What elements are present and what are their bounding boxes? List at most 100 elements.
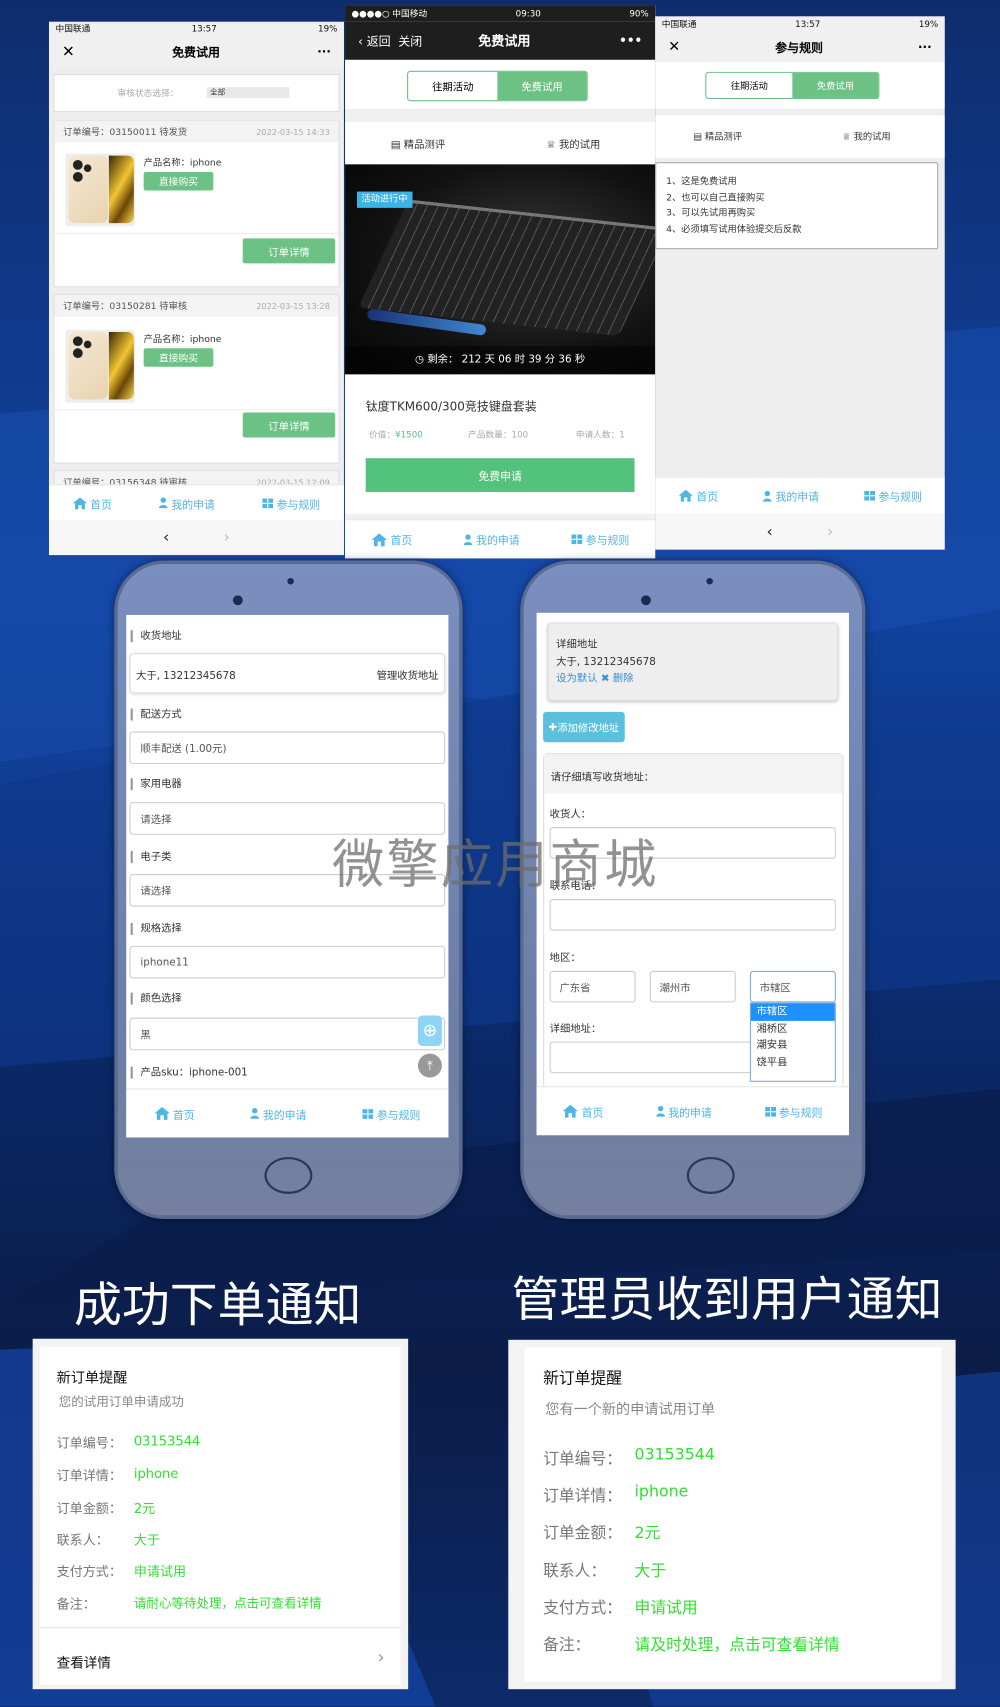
screen-order-list: 中国联通 13:57 19% ✕ 免费试用 ··· 审核状态选择： 全部 订单编… — [48, 21, 344, 556]
tab-past-activities[interactable]: 往期活动 — [408, 72, 497, 100]
buy-now-button[interactable]: 直接购买 — [143, 171, 214, 191]
product-banner[interactable]: 活动进行中 ◷ 剩余： 212 天 06 时 39 分 36 秒 — [345, 164, 656, 375]
home-icon — [154, 1106, 170, 1120]
review-link[interactable]: ▤ 精品测评 — [391, 136, 445, 151]
filter-box: 审核状态选择： 全部 — [53, 74, 340, 113]
user-icon — [656, 1105, 665, 1117]
grid-icon — [764, 1106, 776, 1117]
section-label: 颜色选择 — [130, 992, 182, 1005]
more-icon[interactable]: ··· — [918, 40, 932, 54]
user-notification-card[interactable]: 新订单提醒 您的试用订单申请成功 订单编号： 03153544 订单详情： ipho… — [32, 1338, 409, 1690]
city-select[interactable]: 潮州市 — [649, 970, 736, 1003]
back-arrow-icon[interactable]: ‹ — [767, 523, 773, 540]
product-image — [65, 153, 135, 227]
product-name: 产品名称：iphone — [143, 334, 222, 346]
tab-free-trial[interactable]: 免费试用 — [792, 72, 879, 98]
status-bar: 中国联通 13:57 19% — [48, 21, 344, 36]
tab-home[interactable]: 首页 — [72, 495, 112, 511]
phone-input[interactable] — [549, 899, 836, 931]
tab-bar: 首页 我的申请 参与规则 — [536, 1086, 849, 1136]
back-to-top-icon[interactable]: ⤒ — [417, 1053, 442, 1078]
spec-select[interactable]: iphone11 — [129, 945, 446, 979]
order-time: 2022-03-15 13:28 — [256, 300, 330, 311]
screen-rules: 中国联通 13:57 19% ✕ 参与规则 ··· 往期活动 免费试用 ▤ 精品测评… — [655, 16, 945, 550]
user-icon — [250, 1107, 260, 1119]
link-row: ▤ 精品测评 ♕ 我的试用 — [345, 121, 656, 165]
dropdown-option[interactable]: 潮安县 — [751, 1037, 835, 1054]
delete-link[interactable]: ✖ 删除 — [601, 673, 634, 685]
back-arrow-icon[interactable]: ‹ — [163, 529, 169, 546]
tab-my-apply[interactable]: 我的申请 — [250, 1105, 306, 1122]
close-icon[interactable]: ✕ — [668, 39, 680, 55]
home-icon — [72, 496, 87, 509]
province-select[interactable]: 广东省 — [549, 970, 636, 1003]
nav-bar: ✕ 免费试用 ··· — [48, 35, 344, 68]
view-details-link[interactable]: 查看详情 — [57, 1651, 111, 1672]
color-select[interactable]: 黑 — [129, 1017, 446, 1051]
tab-home[interactable]: 首页 — [154, 1105, 195, 1122]
filter-select[interactable]: 全部 — [206, 87, 290, 98]
section-label: 配送方式 — [130, 708, 182, 721]
page-title: 免费试用 — [478, 33, 531, 49]
rule-item: 3、可以先试用再购买 — [666, 207, 756, 219]
order-time: 2022-03-15 14:33 — [256, 126, 330, 137]
close-button[interactable]: 关闭 — [398, 34, 422, 48]
my-trial-link[interactable]: ♕ 我的试用 — [546, 136, 600, 151]
tab-my-apply[interactable]: 我的申请 — [656, 1103, 712, 1119]
district-select[interactable]: 市辖区 — [749, 970, 836, 1003]
user-notify-heading: 成功下单通知 — [74, 1277, 362, 1334]
address-box[interactable]: 大于, 13212345678 管理收货地址 — [129, 653, 446, 694]
tab-rules[interactable]: 参与规则 — [262, 495, 320, 511]
dropdown-option[interactable]: 市辖区 — [750, 1003, 835, 1021]
more-icon[interactable]: ··· — [317, 45, 331, 59]
tab-my-apply[interactable]: 我的申请 — [159, 495, 215, 511]
manage-address-link[interactable]: 管理收货地址 — [377, 667, 439, 682]
tab-home[interactable]: 首页 — [371, 531, 412, 547]
add-address-button[interactable]: ✚ 添加修改地址 — [543, 711, 625, 743]
close-icon[interactable]: ✕ — [62, 43, 75, 60]
forward-arrow-icon[interactable]: › — [827, 523, 833, 540]
browser-bar: ‹ › — [655, 513, 945, 550]
page-title: 免费试用 — [172, 45, 220, 60]
order-detail-button[interactable]: 订单详情 — [242, 412, 336, 438]
order-card: 订单编号：03150011 待发货 2022-03-15 14:33 产品名称：… — [53, 119, 340, 288]
apply-button[interactable]: 免费申请 — [365, 458, 635, 492]
forward-arrow-icon[interactable]: › — [224, 529, 230, 546]
add-icon[interactable]: ⊕ — [417, 1015, 442, 1046]
notification-subtitle: 您有一个新的申请试用订单 — [545, 1401, 716, 1419]
tab-rules[interactable]: 参与规则 — [864, 488, 922, 504]
countdown: ◷ 剩余： 212 天 06 时 39 分 36 秒 — [345, 346, 656, 375]
more-icon[interactable]: ••• — [619, 34, 642, 48]
order-number: 订单编号：03150281 待审核 — [63, 301, 188, 313]
dropdown-option[interactable]: 饶平县 — [751, 1054, 835, 1071]
tab-home[interactable]: 首页 — [563, 1103, 603, 1119]
section-label: 电子类 — [130, 851, 171, 864]
admin-notification-card[interactable]: 新订单提醒 您有一个新的申请试用订单 订单编号： 03153544 订单详情： ip… — [508, 1339, 956, 1690]
tab-rules[interactable]: 参与规则 — [764, 1103, 822, 1119]
tab-my-apply[interactable]: 我的申请 — [763, 488, 819, 504]
shipping-select[interactable]: 顺丰配送 (1.00元) — [129, 731, 446, 765]
tab-home[interactable]: 首页 — [678, 488, 718, 504]
notification-title: 新订单提醒 — [543, 1370, 623, 1388]
order-detail-button[interactable]: 订单详情 — [242, 238, 336, 264]
rule-item: 2、也可以自己直接购买 — [666, 192, 765, 203]
set-default-link[interactable]: 设为默认 — [556, 673, 597, 685]
price: 价值：¥1500 — [368, 429, 423, 440]
buy-now-button[interactable]: 直接购买 — [143, 348, 214, 367]
tab-free-trial[interactable]: 免费试用 — [497, 71, 587, 101]
home-icon — [563, 1104, 579, 1118]
link-row: ▤ 精品测评 ♕ 我的试用 — [655, 115, 945, 158]
dropdown-option[interactable]: 湘桥区 — [751, 1020, 835, 1037]
address-text: 大于, 13212345678 — [136, 670, 236, 683]
address-card: 详细地址 大于, 13212345678 设为默认 ✖ 删除 — [547, 622, 839, 701]
my-trial-link[interactable]: ♕ 我的试用 — [842, 130, 890, 143]
tab-past-activities[interactable]: 往期活动 — [706, 73, 792, 98]
review-link[interactable]: ▤ 精品测评 — [693, 130, 742, 143]
tab-my-apply[interactable]: 我的申请 — [464, 531, 520, 547]
back-button[interactable]: ‹ 返回 — [358, 34, 391, 48]
tab-rules[interactable]: 参与规则 — [571, 531, 629, 547]
tab-rules[interactable]: 参与规则 — [362, 1105, 420, 1122]
user-icon — [464, 533, 473, 545]
chevron-right-icon: › — [377, 1646, 385, 1668]
nav-bar: ✕ 参与规则 ··· — [655, 32, 945, 63]
